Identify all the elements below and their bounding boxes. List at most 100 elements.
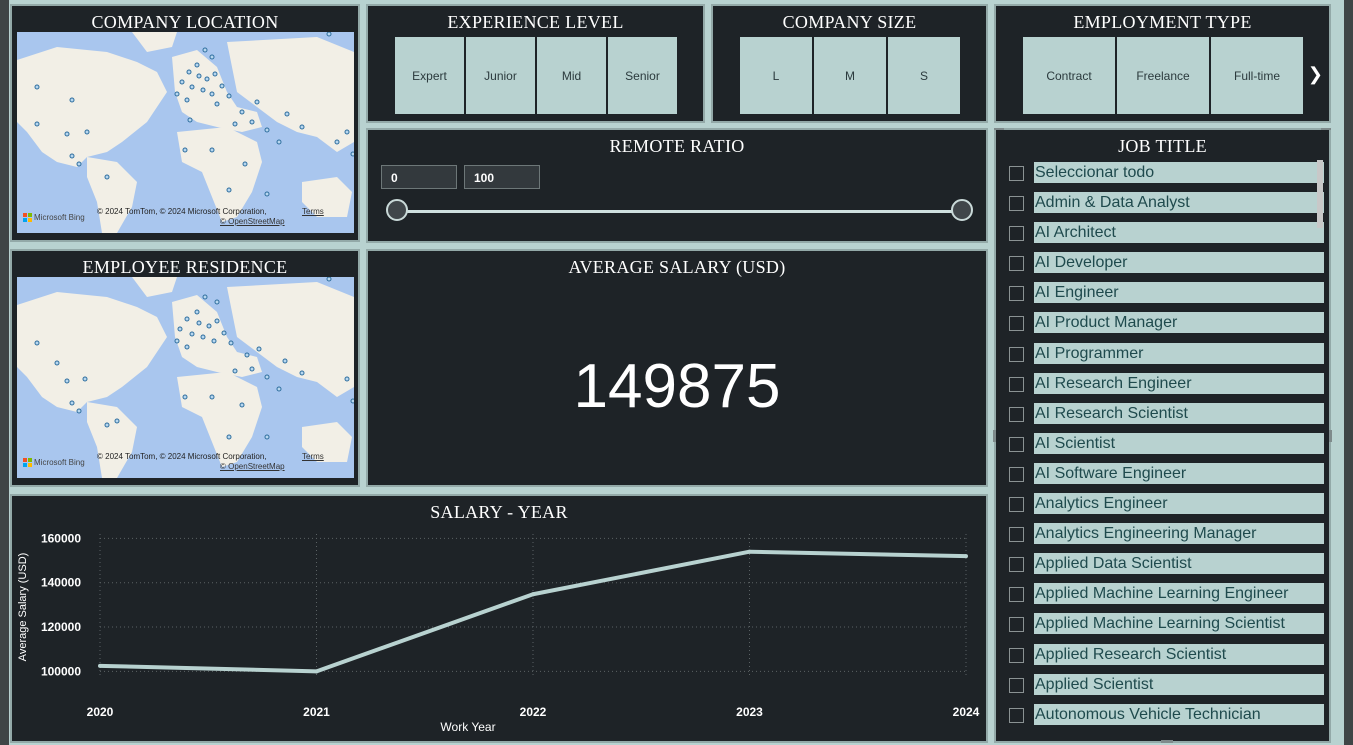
job-title-item[interactable]: Admin & Data Analyst (1006, 192, 1326, 222)
checkbox[interactable] (1009, 527, 1024, 543)
job-title-label: Admin & Data Analyst (1034, 192, 1324, 214)
job-title-item[interactable]: AI Programmer (1006, 342, 1326, 373)
checkbox[interactable] (1009, 707, 1024, 723)
resize-handle-bottom[interactable] (1161, 740, 1173, 743)
experience-option-senior[interactable]: Senior (608, 37, 677, 114)
job-title-panel: JOB TITLE Seleccionar todo Admin & Data A… (993, 128, 1332, 743)
checkbox[interactable] (1009, 256, 1024, 272)
checkbox[interactable] (1009, 376, 1024, 392)
experience-option-expert[interactable]: Expert (395, 37, 464, 114)
checkbox[interactable] (1009, 497, 1024, 513)
x-tick-label: 2022 (520, 705, 547, 719)
job-title-item[interactable]: AI Developer (1006, 252, 1326, 282)
job-title-item[interactable]: Analytics Engineering Manager (1006, 523, 1326, 553)
remote-ratio-title: REMOTE RATIO (609, 136, 745, 156)
job-title-scrollbar[interactable] (1317, 160, 1323, 228)
data-point (314, 669, 319, 674)
remote-ratio-min-input[interactable]: 0 (381, 165, 457, 189)
company-location-map[interactable]: © 2024 TomTom, © 2024 Microsoft Corporat… (17, 32, 354, 233)
bing-logo: Microsoft Bing (23, 458, 85, 467)
world-map-graphic (17, 32, 354, 233)
job-title-title: JOB TITLE (1118, 136, 1207, 156)
average-salary-panel: AVERAGE SALARY (USD) 149875 (366, 249, 988, 487)
checkbox[interactable] (1009, 346, 1024, 362)
resize-handle-left[interactable] (993, 430, 996, 442)
checkbox[interactable] (1009, 196, 1024, 212)
job-title-label: AI Research Scientist (1034, 402, 1324, 424)
remote-ratio-slider-track[interactable] (396, 210, 962, 213)
company-size-option-s[interactable]: S (888, 37, 960, 114)
job-title-item[interactable]: Applied Machine Learning Scientist (1006, 613, 1326, 643)
company-size-title: COMPANY SIZE (782, 12, 917, 32)
resize-handle-right[interactable] (1329, 430, 1332, 442)
remote-ratio-max-input[interactable]: 100 (464, 165, 540, 189)
checkbox[interactable] (1009, 316, 1024, 332)
job-title-item[interactable]: AI Engineer (1006, 282, 1326, 312)
map-osm-link[interactable]: © OpenStreetMap (220, 462, 285, 471)
company-size-option-m[interactable]: M (814, 37, 886, 114)
map-terms-link[interactable]: Terms (302, 207, 324, 216)
employment-option-freelance[interactable]: Freelance (1117, 37, 1209, 114)
job-title-label: Autonomous Vehicle Technician (1034, 703, 1324, 725)
resize-handle-top-left[interactable] (994, 128, 1004, 130)
microsoft-logo-icon (23, 213, 32, 222)
remote-ratio-max-handle[interactable] (951, 199, 973, 221)
chevron-right-icon[interactable]: ❯ (1308, 64, 1323, 85)
checkbox[interactable] (1009, 557, 1024, 573)
job-title-item[interactable]: Applied Scientist (1006, 673, 1326, 704)
checkbox[interactable] (1009, 166, 1024, 181)
employee-residence-map[interactable]: © 2024 TomTom, © 2024 Microsoft Corporat… (17, 277, 354, 478)
job-title-item[interactable]: Applied Machine Learning Engineer (1006, 583, 1326, 613)
salary-year-line-chart[interactable]: 100000 120000 140000 160000 2020 2021 2022 2023… (12, 496, 986, 741)
job-title-label: Applied Machine Learning Engineer (1034, 583, 1324, 605)
job-title-item[interactable]: Applied Research Scientist (1006, 643, 1326, 674)
employment-option-contract[interactable]: Contract (1023, 37, 1115, 114)
checkbox[interactable] (1009, 617, 1024, 633)
bing-logo: Microsoft Bing (23, 213, 85, 222)
job-title-item[interactable]: AI Research Engineer (1006, 372, 1326, 403)
employment-option-full-time[interactable]: Full-time (1211, 37, 1303, 114)
experience-option-junior[interactable]: Junior (466, 37, 535, 114)
checkbox[interactable] (1009, 647, 1024, 663)
microsoft-logo-icon (23, 458, 32, 467)
resize-handle-top-right[interactable] (1321, 128, 1331, 130)
checkbox[interactable] (1009, 406, 1024, 422)
map-osm-link[interactable]: © OpenStreetMap (220, 217, 285, 226)
checkbox[interactable] (1009, 677, 1024, 693)
map-terms-link[interactable]: Terms (302, 452, 324, 461)
job-title-item[interactable]: AI Product Manager (1006, 312, 1326, 342)
employee-residence-title: EMPLOYEE RESIDENCE (82, 257, 288, 277)
job-title-item[interactable]: AI Software Engineer (1006, 462, 1326, 493)
checkbox[interactable] (1009, 226, 1024, 242)
job-title-item[interactable]: Autonomous Vehicle Technician (1006, 703, 1326, 734)
job-title-item[interactable]: Applied Data Scientist (1006, 553, 1326, 583)
checkbox[interactable] (1009, 286, 1024, 302)
remote-ratio-min-handle[interactable] (386, 199, 408, 221)
employment-type-panel: EMPLOYMENT TYPE Contract Freelance Full-… (994, 4, 1331, 123)
job-title-item[interactable]: Analytics Engineer (1006, 493, 1326, 523)
job-title-item[interactable]: AI Research Scientist (1006, 402, 1326, 433)
y-tick-label: 160000 (41, 531, 81, 545)
job-title-label: AI Architect (1034, 222, 1324, 244)
company-size-slicer: L M S (740, 37, 960, 114)
window-edge-right (1344, 0, 1353, 745)
company-location-panel: COMPANY LOCATION © 2024 TomTom, © 2024 M… (10, 4, 360, 242)
window-edge-left (0, 0, 9, 745)
job-title-label: Applied Research Scientist (1034, 643, 1324, 665)
job-title-list: Seleccionar todo Admin & Data Analyst AI A… (1006, 162, 1326, 734)
job-title-item[interactable]: AI Architect (1006, 222, 1326, 252)
checkbox[interactable] (1009, 587, 1024, 603)
job-title-label: AI Software Engineer (1034, 462, 1324, 484)
employee-residence-panel: EMPLOYEE RESIDENCE © 2024 TomTom, © 2024… (10, 249, 360, 487)
experience-option-mid[interactable]: Mid (537, 37, 606, 114)
job-title-label: AI Programmer (1034, 342, 1324, 364)
select-all-item[interactable]: Seleccionar todo (1006, 162, 1326, 192)
job-title-label: Applied Scientist (1034, 673, 1324, 695)
checkbox[interactable] (1009, 466, 1024, 482)
job-title-item[interactable]: AI Scientist (1006, 432, 1326, 463)
company-size-option-l[interactable]: L (740, 37, 812, 114)
salary-year-panel: SALARY - YEAR 100000 120000 140000 160000 20… (10, 494, 988, 743)
experience-level-slicer: Expert Junior Mid Senior (395, 37, 677, 114)
checkbox[interactable] (1009, 436, 1024, 452)
job-title-label: AI Scientist (1034, 432, 1324, 454)
